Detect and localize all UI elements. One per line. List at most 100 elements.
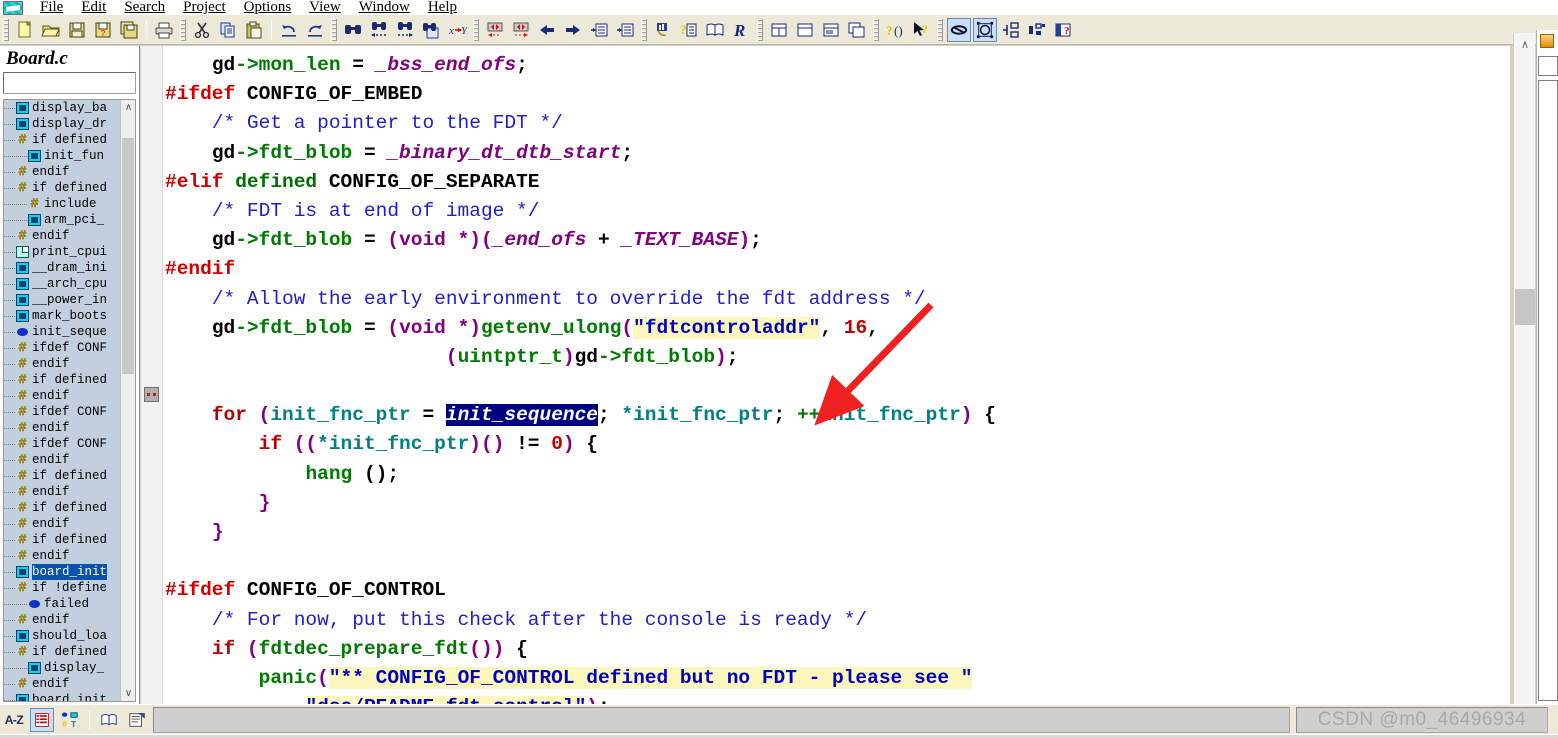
tree-item-init_seque[interactable]: init_seque [4,324,120,340]
filter-symbols-button[interactable]: # T [58,708,82,732]
navigate-back-icon[interactable] [535,18,559,42]
menu-item-edit[interactable]: Edit [72,0,115,15]
code-line[interactable]: #ifdef CONFIG_OF_CONTROL [165,576,1510,605]
tree-item-display_dr[interactable]: display_dr [4,116,120,132]
editor-vertical-scrollbar[interactable]: ∧ [1513,33,1535,705]
smart-rename-icon[interactable] [947,17,971,42]
tree-item-__dram_ini[interactable]: __dram_ini [4,260,120,276]
menu-item-search[interactable]: Search [115,0,174,15]
tree-item-if-defined[interactable]: # if defined [4,180,120,196]
tree-item-ifdef-conf[interactable]: # ifdef CONF [4,404,120,420]
tree-item-endif[interactable]: # endif [4,548,120,564]
menu-item-file[interactable]: File [31,0,72,15]
show-symbols-button[interactable] [30,708,54,732]
search-forward-icon[interactable] [393,18,417,42]
copy-icon[interactable] [216,18,240,42]
tile-windows-icon[interactable] [767,18,791,42]
tree-item-failed[interactable]: failed [4,596,120,612]
tree-item-endif[interactable]: # endif [4,516,120,532]
tree-item-endif[interactable]: # endif [4,452,120,468]
tree-item-endif[interactable]: # endif [4,356,120,372]
tree-item-endif[interactable]: # endif [4,388,120,404]
tree-item-board_init[interactable]: board_init [4,564,120,580]
properties-button[interactable] [125,708,149,732]
editor-scroll-up-icon[interactable]: ∧ [1514,33,1536,55]
replace-icon[interactable]: xY [445,18,469,42]
tree-item-if-defined[interactable]: # if defined [4,532,120,548]
tree-item-endif[interactable]: # endif [4,484,120,500]
tree-item-init_fun[interactable]: init_fun [4,148,120,164]
code-line[interactable]: gd->fdt_blob = (void *)(_end_ofs + _TEXT… [165,226,1510,255]
save-file-icon[interactable] [65,18,89,42]
menu-item-project[interactable]: Project [174,0,235,15]
toolbar-grip-7[interactable] [873,18,879,41]
code-line[interactable]: for (init_fnc_ptr = init_sequence; *init… [165,401,1510,430]
tree-item-endif[interactable]: # endif [4,228,120,244]
tree-item-if-defined[interactable]: # if defined [4,500,120,516]
duplicate-window-icon[interactable] [845,18,869,42]
code-editor[interactable]: gd->mon_len = _bss_end_ofs; #ifdef CONFIG… [141,46,1510,704]
code-line[interactable] [165,372,1510,401]
right-panel-field[interactable] [1538,56,1558,76]
editor-gutter[interactable] [141,46,163,704]
browse-project-icon[interactable] [703,18,727,42]
code-line[interactable]: gd->mon_len = _bss_end_ofs; [165,51,1510,80]
code-line[interactable]: panic("** CONFIG_OF_CONTROL defined but … [165,664,1510,693]
tree-item-ifdef-conf[interactable]: # ifdef CONF [4,436,120,452]
menu-item-window[interactable]: Window [350,0,419,15]
tree-item-if-defined[interactable]: # if defined [4,644,120,660]
symbol-search-input[interactable] [3,72,136,94]
new-file-icon[interactable] [13,18,37,42]
search-backward-icon[interactable] [367,18,391,42]
browse-button[interactable] [97,708,121,732]
code-line[interactable]: #endif [165,255,1510,284]
relation-window-icon[interactable]: R [729,18,753,42]
paste-icon[interactable] [242,18,266,42]
toolbar-grip[interactable] [3,18,9,41]
navigate-forward-icon[interactable] [561,18,585,42]
right-side-panel[interactable] [1536,30,1558,705]
toolbar-grip-5[interactable] [641,18,647,41]
scrollbar-thumb[interactable] [122,138,134,374]
toolbar-grip-2[interactable] [180,18,186,41]
toolbar-grip-6[interactable] [757,18,763,41]
highlight-icon[interactable] [651,18,675,42]
search-files-icon[interactable] [419,18,443,42]
code-line[interactable]: /* Allow the early environment to overri… [165,285,1510,314]
redo-icon[interactable] [303,18,327,42]
save-all-icon[interactable] [117,18,141,42]
tree-item-endif[interactable]: # endif [4,676,120,692]
tree-item-endif[interactable]: # endif [4,164,120,180]
bookmark-marker-icon[interactable] [144,387,159,402]
source-code-text[interactable]: gd->mon_len = _bss_end_ofs; #ifdef CONFIG… [165,46,1510,704]
tree-item-display_[interactable]: display_ [4,660,120,676]
code-line[interactable]: if ((*init_fnc_ptr)() != 0) { [165,430,1510,459]
cut-icon[interactable] [190,18,214,42]
tree-item-display_ba[interactable]: display_ba [4,100,120,116]
code-line[interactable]: /* For now, put this check after the con… [165,606,1510,635]
code-line[interactable]: /* FDT is at end of image */ [165,197,1510,226]
toolbar-grip-3[interactable] [331,18,337,41]
sort-alphabetical-button[interactable]: A-Z [2,708,26,732]
search-icon[interactable] [341,18,365,42]
code-line[interactable]: (uintptr_t)gd->fdt_blob); [165,343,1510,372]
tree-item-if-defined[interactable]: # if defined [4,132,120,148]
context-help-icon[interactable]: ? [909,18,933,42]
jump-back-icon[interactable] [483,18,507,42]
code-line[interactable] [165,547,1510,576]
right-panel-list[interactable] [1538,80,1558,701]
tree-item-__arch_cpu[interactable]: __arch_cpu [4,276,120,292]
menu-item-view[interactable]: View [300,0,350,15]
code-line[interactable]: #elif defined CONFIG_OF_SEPARATE [165,168,1510,197]
code-line[interactable]: /* Get a pointer to the FDT */ [165,109,1510,138]
tree-item-mark_boots[interactable]: mark_boots [4,308,120,324]
jump-forward-icon[interactable] [509,18,533,42]
code-line[interactable]: "doc/README.fdt-control"); [165,693,1510,704]
symbol-window-icon[interactable]: ? [1051,18,1075,42]
goto-definition-icon[interactable] [613,18,637,42]
open-file-icon[interactable] [39,18,63,42]
code-line[interactable]: if (fdtdec_prepare_fdt()) { [165,635,1510,664]
tree-item-include[interactable]: # include [4,196,120,212]
code-line[interactable]: gd->fdt_blob = (void *)getenv_ulong("fdt… [165,314,1510,343]
tree-item-should_loa[interactable]: should_loa [4,628,120,644]
